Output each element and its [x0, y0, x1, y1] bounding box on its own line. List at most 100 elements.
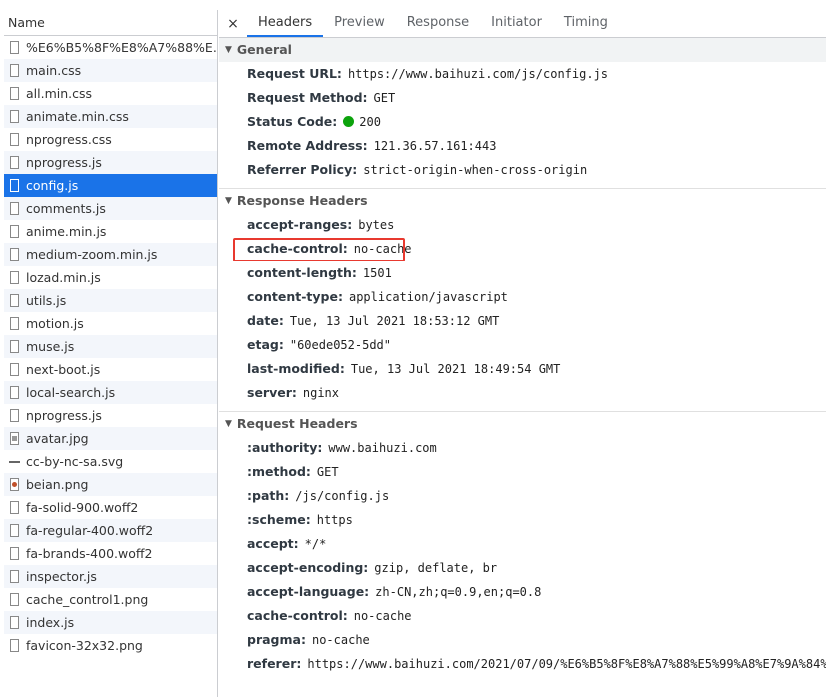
header-value[interactable]: www.baihuzi.com [328, 441, 436, 455]
general-section-header[interactable]: ▼ General [219, 38, 826, 62]
request-name: cc-by-nc-sa.svg [26, 454, 124, 469]
request-list-item[interactable]: anime.min.js [4, 220, 217, 243]
header-key: accept-language: [247, 584, 370, 599]
tab-preview[interactable]: Preview [323, 10, 396, 37]
file-icon [10, 409, 19, 422]
header-value[interactable]: application/javascript [349, 290, 508, 304]
request-name: %E6%B5%8F%E8%A7%88%E... [26, 40, 217, 55]
header-key: Status Code: [247, 114, 338, 129]
request-list-item[interactable]: motion.js [4, 312, 217, 335]
header-row: Request URL: https://www.baihuzi.com/js/c… [219, 62, 826, 86]
request-list-item[interactable]: nprogress.js [4, 151, 217, 174]
request-name: all.min.css [26, 86, 93, 101]
header-value[interactable]: gzip, deflate, br [374, 561, 497, 575]
request-name: lozad.min.js [26, 270, 101, 285]
request-list-item[interactable]: comments.js [4, 197, 217, 220]
request-list-item[interactable]: fa-brands-400.woff2 [4, 542, 217, 565]
header-value[interactable]: zh-CN,zh;q=0.9,en;q=0.8 [375, 585, 541, 599]
header-value[interactable]: 200 [359, 115, 381, 129]
header-key: date: [247, 313, 284, 328]
request-list-item[interactable]: index.js [4, 611, 217, 634]
header-value[interactable]: Tue, 13 Jul 2021 18:49:54 GMT [351, 362, 561, 376]
header-value[interactable]: 1501 [363, 266, 392, 280]
request-list-panel: Name %E6%B5%8F%E8%A7%88%E... main.css all.… [4, 10, 218, 697]
general-rows: Request URL: https://www.baihuzi.com/js/c… [219, 62, 826, 182]
header-row: :scheme: https [219, 508, 826, 532]
request-name: index.js [26, 615, 75, 630]
file-icon [10, 64, 19, 77]
header-value[interactable]: "60ede052-5dd" [290, 338, 391, 352]
request-name: utils.js [26, 293, 67, 308]
tab-timing[interactable]: Timing [553, 10, 619, 37]
request-list-item[interactable]: config.js [4, 174, 217, 197]
request-list-item[interactable]: cache_control1.png [4, 588, 217, 611]
header-value[interactable]: https://www.baihuzi.com/2021/07/09/%E6%B… [307, 657, 826, 671]
header-row: Referrer Policy: strict-origin-when-cross… [219, 158, 826, 182]
header-value[interactable]: GET [317, 465, 339, 479]
request-name: medium-zoom.min.js [26, 247, 158, 262]
header-row: accept-language: zh-CN,zh;q=0.9,en;q=0.8 [219, 580, 826, 604]
header-value[interactable]: 121.36.57.161:443 [374, 139, 497, 153]
request-list-item[interactable]: inspector.js [4, 565, 217, 588]
request-list-item[interactable]: nprogress.js [4, 404, 217, 427]
header-key: :authority: [247, 440, 323, 455]
file-icon [10, 363, 19, 376]
response-headers-section-header[interactable]: ▼ Response Headers [219, 189, 826, 213]
tab-initiator[interactable]: Initiator [480, 10, 553, 37]
request-list-item[interactable]: favicon-32x32.png [4, 634, 217, 657]
header-value[interactable]: */* [305, 537, 327, 551]
file-icon [10, 524, 19, 537]
request-list-item[interactable]: main.css [4, 59, 217, 82]
header-value[interactable]: /js/config.js [295, 489, 389, 503]
request-name: comments.js [26, 201, 106, 216]
header-value[interactable]: nginx [303, 386, 339, 400]
request-list-item[interactable]: local-search.js [4, 381, 217, 404]
header-key: content-type: [247, 289, 343, 304]
request-list-item[interactable]: next-boot.js [4, 358, 217, 381]
request-list-item[interactable]: avatar.jpg [4, 427, 217, 450]
header-value[interactable]: GET [374, 91, 396, 105]
request-list-item[interactable]: animate.min.css [4, 105, 217, 128]
request-list-item[interactable]: cc-by-nc-sa.svg [4, 450, 217, 473]
file-icon [10, 225, 19, 238]
close-icon[interactable]: × [219, 10, 247, 37]
header-row: Request Method: GET [219, 86, 826, 110]
header-row: :authority: www.baihuzi.com [219, 436, 826, 460]
header-value[interactable]: Tue, 13 Jul 2021 18:53:12 GMT [290, 314, 500, 328]
tab-headers[interactable]: Headers [247, 10, 324, 37]
file-icon [10, 547, 19, 560]
request-list-item[interactable]: utils.js [4, 289, 217, 312]
header-value[interactable]: no-cache [312, 633, 370, 647]
header-key: etag: [247, 337, 284, 352]
header-value[interactable]: https://www.baihuzi.com/js/config.js [348, 67, 608, 81]
request-list-item[interactable]: nprogress.css [4, 128, 217, 151]
request-list-item[interactable]: beian.png [4, 473, 217, 496]
request-list-item[interactable]: medium-zoom.min.js [4, 243, 217, 266]
triangle-down-icon: ▼ [225, 419, 232, 429]
file-icon [10, 202, 19, 215]
request-list-item[interactable]: all.min.css [4, 82, 217, 105]
header-value[interactable]: https [317, 513, 353, 527]
request-list-item[interactable]: lozad.min.js [4, 266, 217, 289]
request-name: favicon-32x32.png [26, 638, 143, 653]
request-name: nprogress.js [26, 155, 102, 170]
header-value[interactable]: no-cache [354, 609, 412, 623]
name-column-header[interactable]: Name [4, 10, 217, 36]
tab-response[interactable]: Response [396, 10, 480, 37]
header-value[interactable]: strict-origin-when-cross-origin [363, 163, 587, 177]
request-list-item[interactable]: %E6%B5%8F%E8%A7%88%E... [4, 36, 217, 59]
file-icon [10, 41, 19, 54]
request-list-item[interactable]: fa-regular-400.woff2 [4, 519, 217, 542]
request-list-item[interactable]: fa-solid-900.woff2 [4, 496, 217, 519]
file-icon [10, 133, 19, 146]
request-name: config.js [26, 178, 79, 193]
headers-panel: × Headers Preview Response Initiator Timing … [219, 10, 826, 697]
request-list-item[interactable]: muse.js [4, 335, 217, 358]
file-icon [10, 110, 19, 123]
request-list: %E6%B5%8F%E8%A7%88%E... main.css all.min.c… [4, 36, 217, 657]
file-icon [10, 87, 19, 100]
request-headers-section-header[interactable]: ▼ Request Headers [219, 412, 826, 436]
header-value[interactable]: bytes [358, 218, 394, 232]
request-name: motion.js [26, 316, 84, 331]
file-icon [10, 248, 19, 261]
